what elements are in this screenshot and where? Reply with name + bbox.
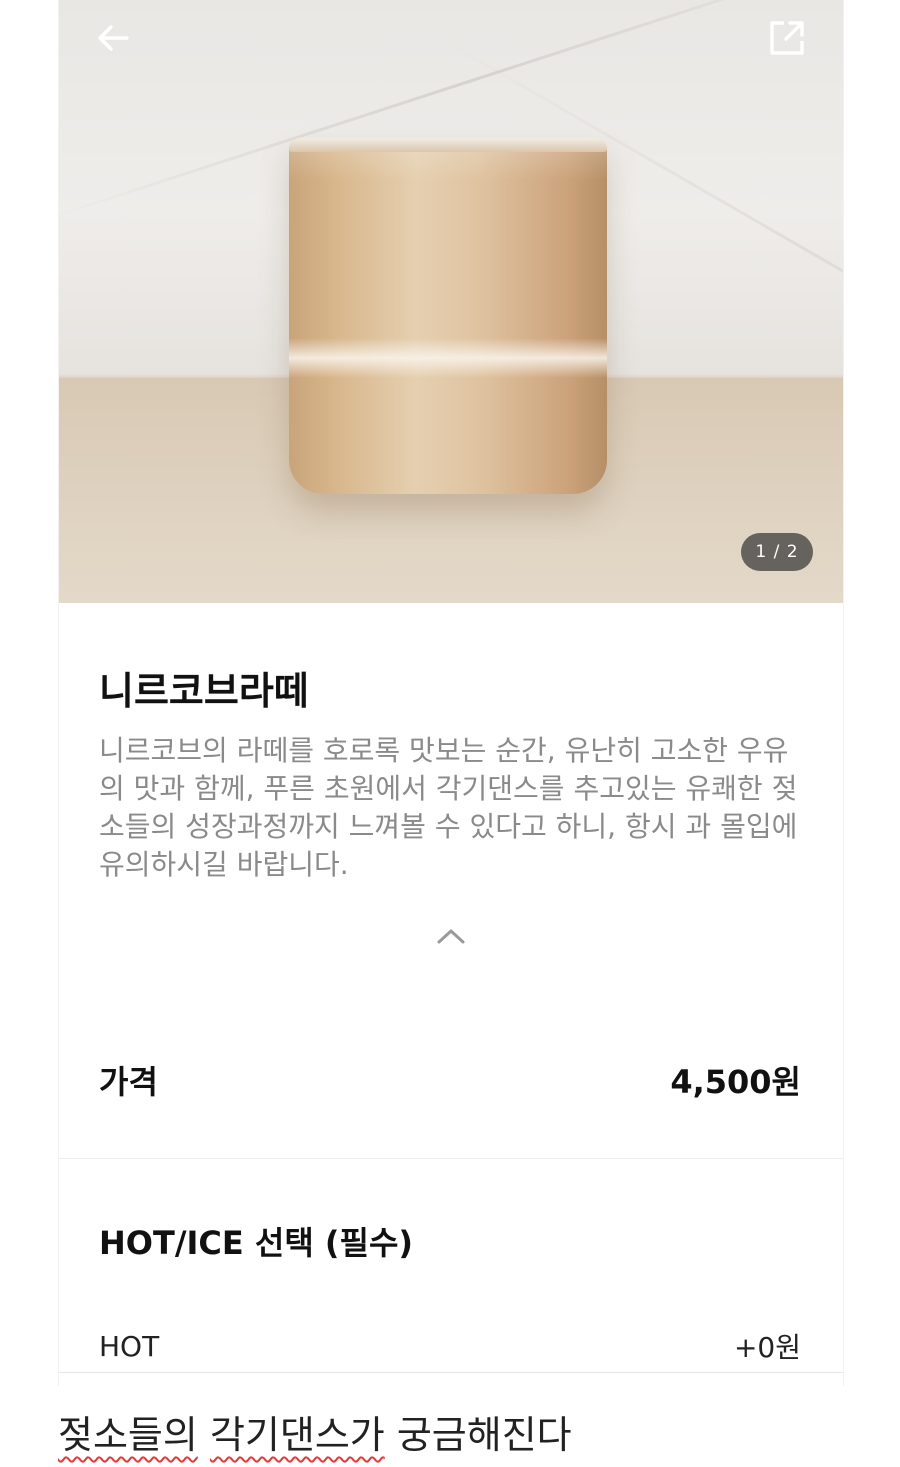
chevron-up-icon	[437, 929, 465, 944]
glass-rim	[289, 138, 607, 152]
price-row: 가격 4,500원	[99, 1050, 801, 1110]
latte-glass-image	[289, 138, 607, 494]
caption-word-1: 젖소들의	[58, 1413, 198, 1457]
share-button[interactable]	[759, 10, 815, 66]
option-group-title: HOT/ICE 선택 (필수)	[99, 1224, 414, 1262]
back-button[interactable]	[85, 10, 141, 66]
caption-word-3: 궁금해진다	[396, 1413, 572, 1457]
option-hot[interactable]: HOT +0원	[99, 1324, 801, 1368]
option-price: +0원	[733, 1331, 801, 1364]
product-detail-card: 1 / 2 니르코브라떼 니르코브의 라떼를 호로록 맛보는 순간, 유난히 고…	[58, 0, 844, 1386]
share-icon	[770, 21, 804, 55]
milk-layer	[289, 338, 607, 378]
product-title: 니르코브라떼	[99, 669, 309, 713]
option-divider	[59, 1372, 843, 1373]
price-label: 가격	[99, 1063, 158, 1101]
caption-word-2: 각기댄스가	[209, 1413, 385, 1457]
section-divider	[59, 1158, 843, 1159]
image-pager: 1 / 2	[741, 533, 813, 571]
product-image-carousel[interactable]: 1 / 2	[59, 0, 843, 603]
option-label: HOT	[99, 1329, 160, 1363]
price-value: 4,500원	[670, 1063, 801, 1101]
back-arrow-icon	[98, 25, 129, 51]
meme-caption: 젖소들의 각기댄스가 궁금해진다	[58, 1404, 572, 1459]
collapse-description-button[interactable]	[431, 920, 471, 952]
product-description: 니르코브의 라떼를 호로록 맛보는 순간, 유난히 고소한 우유의 맛과 함께,…	[99, 734, 798, 881]
